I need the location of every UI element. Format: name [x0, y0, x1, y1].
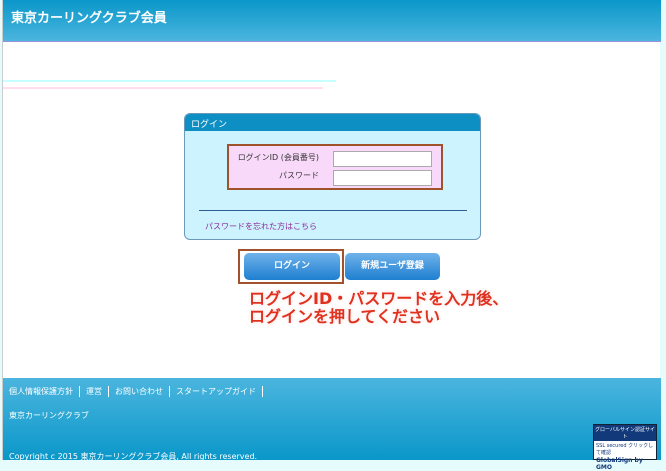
- password-label: パスワード: [279, 171, 319, 180]
- login-id-input[interactable]: [333, 151, 432, 167]
- annotation-line: ログインID・パスワードを入力後、: [249, 289, 509, 308]
- page: 東京カーリングクラブ会員 ログイン ログインID (会員番号) パスワード パス…: [2, 0, 661, 471]
- login-id-label: ログインID (会員番号): [237, 153, 319, 162]
- login-button[interactable]: ログイン: [244, 253, 340, 280]
- ssl-badge[interactable]: グローバルサイン認証サイト SSL secured クリックして確認 Globa…: [593, 424, 657, 471]
- site-header: 東京カーリングクラブ会員: [3, 0, 661, 42]
- site-title: 東京カーリングクラブ会員: [11, 11, 167, 26]
- login-panel-title: ログイン: [185, 114, 480, 131]
- annotation-line: ログインを押してください: [249, 307, 441, 326]
- login-panel: ログイン ログインID (会員番号) パスワード パスワードを忘れた方はこちら: [184, 113, 481, 240]
- divider: [3, 80, 336, 82]
- instruction-annotation: ログインID・パスワードを入力後、 ログインを押してください: [249, 290, 508, 326]
- badge-title: グローバルサイン認証サイト: [594, 425, 656, 441]
- footer-link-privacy[interactable]: 個人情報保護方針: [9, 386, 80, 397]
- footer-club-name: 東京カーリングクラブ: [9, 411, 89, 420]
- register-button[interactable]: 新規ユーザ登録: [345, 253, 440, 280]
- divider: [3, 87, 323, 89]
- password-input[interactable]: [333, 170, 432, 186]
- footer-links: 個人情報保護方針 運営 お問い合わせ スタートアップガイド: [9, 386, 263, 397]
- forgot-password-link[interactable]: パスワードを忘れた方はこちら: [205, 221, 317, 232]
- badge-ssl: SSL secured クリックして確認: [596, 443, 654, 456]
- badge-brand: GlobalSign by GMO: [596, 457, 643, 471]
- footer-link-operator[interactable]: 運営: [80, 386, 109, 397]
- divider: [199, 210, 467, 211]
- copyright: Copyright c 2015 東京カーリングクラブ会員, All right…: [9, 452, 258, 461]
- credentials-highlight: ログインID (会員番号) パスワード: [227, 144, 443, 190]
- footer-link-contact[interactable]: お問い合わせ: [109, 386, 170, 397]
- footer: 個人情報保護方針 運営 お問い合わせ スタートアップガイド 東京カーリングクラブ…: [3, 378, 661, 471]
- footer-link-startup-guide[interactable]: スタートアップガイド: [170, 386, 263, 397]
